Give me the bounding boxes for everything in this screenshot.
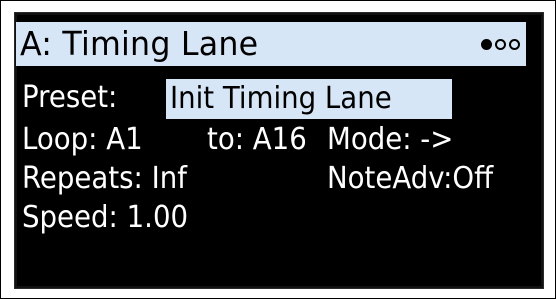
page-indicator[interactable]: [481, 36, 520, 52]
loop-end-value[interactable]: A16: [253, 122, 307, 157]
note-adv-field[interactable]: NoteAdv:Off: [327, 160, 493, 198]
loop-field[interactable]: Loop: A1: [22, 121, 143, 159]
title-bar: A: Timing Lane: [16, 22, 526, 66]
page-dot-icon: [509, 38, 520, 50]
loop-end-field[interactable]: to: A16: [207, 121, 307, 159]
note-adv-label: NoteAdv:: [327, 161, 453, 196]
loop-to-label: to:: [207, 122, 245, 157]
mode-label: Mode:: [327, 122, 412, 157]
device-frame: A: Timing Lane Preset: Init Timing Lane …: [0, 0, 556, 299]
preset-value: Init Timing Lane: [170, 81, 392, 116]
repeats-value[interactable]: Inf: [152, 161, 187, 196]
mode-value[interactable]: ->: [420, 122, 453, 157]
page-dot-icon: [481, 38, 492, 50]
speed-field[interactable]: Speed: 1.00: [22, 199, 188, 237]
repeats-field[interactable]: Repeats: Inf: [22, 160, 187, 198]
note-adv-value[interactable]: Off: [452, 161, 493, 196]
loop-start-value[interactable]: A1: [106, 122, 142, 157]
preset-field[interactable]: Init Timing Lane: [166, 79, 452, 119]
speed-value[interactable]: 1.00: [127, 200, 188, 235]
mode-field[interactable]: Mode: ->: [327, 121, 453, 159]
repeats-label: Repeats:: [22, 161, 143, 196]
page-title: A: Timing Lane: [20, 24, 259, 63]
preset-label: Preset:: [22, 80, 118, 115]
loop-label: Loop:: [22, 122, 98, 157]
page-dot-icon: [495, 38, 506, 50]
speed-label: Speed:: [22, 200, 118, 235]
